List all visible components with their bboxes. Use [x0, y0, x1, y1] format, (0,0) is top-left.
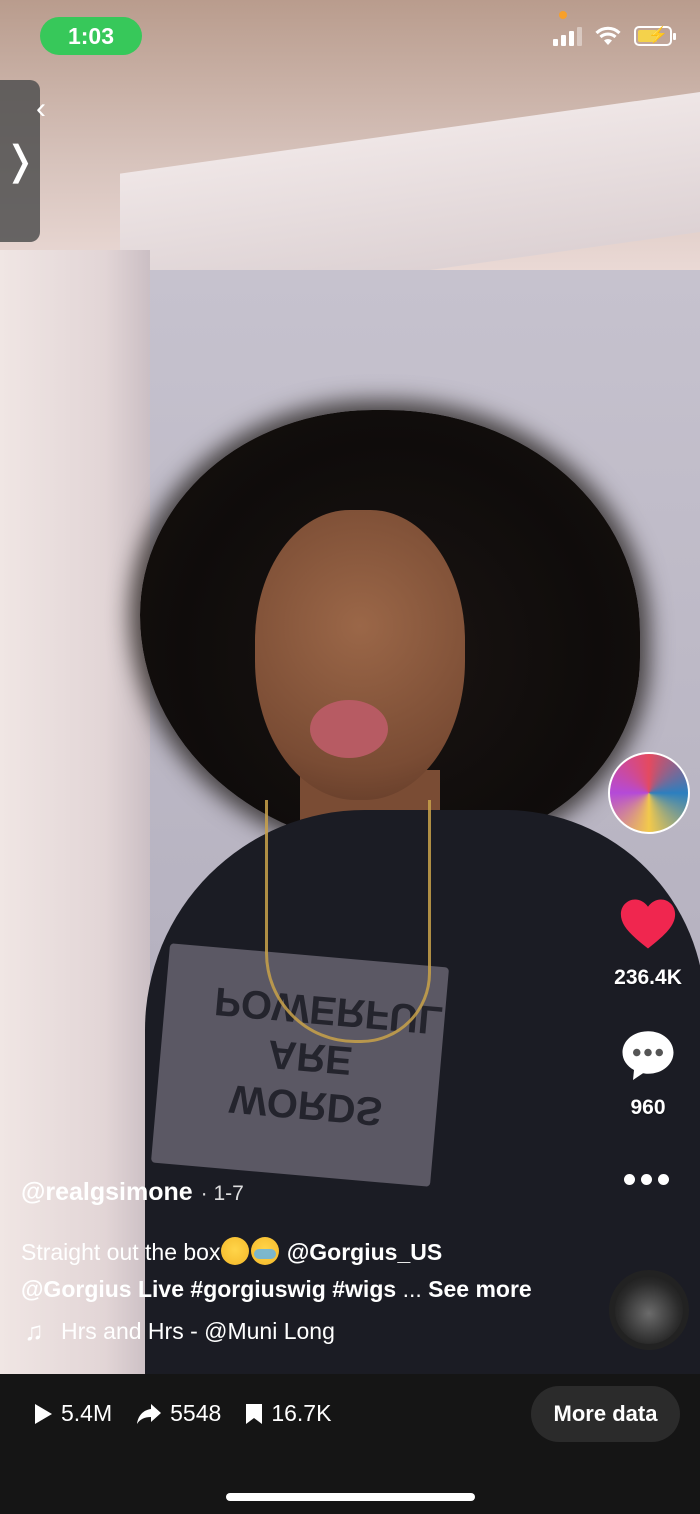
status-time: 1:03 [40, 17, 142, 55]
sound-title: Hrs and Hrs - @Muni Long [61, 1318, 335, 1344]
caption-text: Straight out the box [21, 1239, 221, 1265]
side-panel-toggle[interactable]: ❭ [0, 80, 40, 242]
creator-username[interactable]: @realgsimone [21, 1178, 193, 1207]
necklace [265, 800, 431, 1043]
more-options-icon[interactable] [624, 1174, 669, 1185]
sound-link[interactable]: ♫ Hrs and Hrs - @Muni Long [21, 1316, 335, 1347]
status-icons: ⚡ [553, 26, 676, 46]
heart-icon [620, 899, 676, 949]
creator-avatar[interactable] [608, 752, 690, 834]
crying-emoji-icon [251, 1237, 280, 1265]
heart-eyes-emoji-icon [221, 1237, 250, 1265]
cellular-signal-icon [553, 26, 582, 46]
play-count: 5.4M [61, 1400, 113, 1426]
mention-link[interactable]: @Gorgius_US [287, 1239, 442, 1265]
caption-ellipsis: ... [402, 1276, 422, 1302]
music-note-icon: ♫ [24, 1316, 44, 1346]
save-count-stat: 16.7K [245, 1400, 331, 1427]
play-count-stat: 5.4M [33, 1400, 112, 1427]
share-count-stat: 5548 [136, 1400, 221, 1427]
back-chevron-icon[interactable]: ‹ [36, 92, 46, 126]
wifi-icon [595, 26, 621, 45]
home-indicator[interactable] [226, 1493, 475, 1501]
bookmark-icon [246, 1403, 263, 1424]
battery-charging-icon: ⚡ [634, 26, 676, 46]
comment-button[interactable]: 960 [603, 1025, 693, 1120]
post-header: @realgsimone · 1-7 [21, 1178, 244, 1207]
more-data-button[interactable]: More data [531, 1386, 680, 1442]
post-date: · 1-7 [200, 1182, 244, 1205]
video-player[interactable]: WORDS ARE POWERFUL [0, 0, 700, 1374]
like-count: 236.4K [614, 966, 682, 989]
like-button[interactable]: 236.4K [603, 893, 693, 990]
privacy-indicator-dot [559, 11, 567, 19]
music-disc[interactable] [609, 1270, 689, 1350]
see-more-link[interactable]: See more [428, 1276, 532, 1302]
share-icon [137, 1403, 162, 1424]
save-count: 16.7K [271, 1400, 332, 1426]
chevron-right-icon: ❭ [3, 139, 37, 183]
comment-count: 960 [630, 1096, 666, 1119]
post-stats: 5.4M 5548 16.7K [33, 1400, 355, 1427]
post-caption: Straight out the box @Gorgius_US @Gorgiu… [21, 1234, 591, 1308]
hashtag-links[interactable]: #gorgiuswig #wigs [190, 1276, 396, 1302]
mention-link[interactable]: @Gorgius Live [21, 1276, 184, 1302]
share-count: 5548 [170, 1400, 222, 1426]
comment-icon [622, 1031, 674, 1080]
video-subject-mouth [310, 700, 388, 758]
play-icon [35, 1403, 52, 1424]
